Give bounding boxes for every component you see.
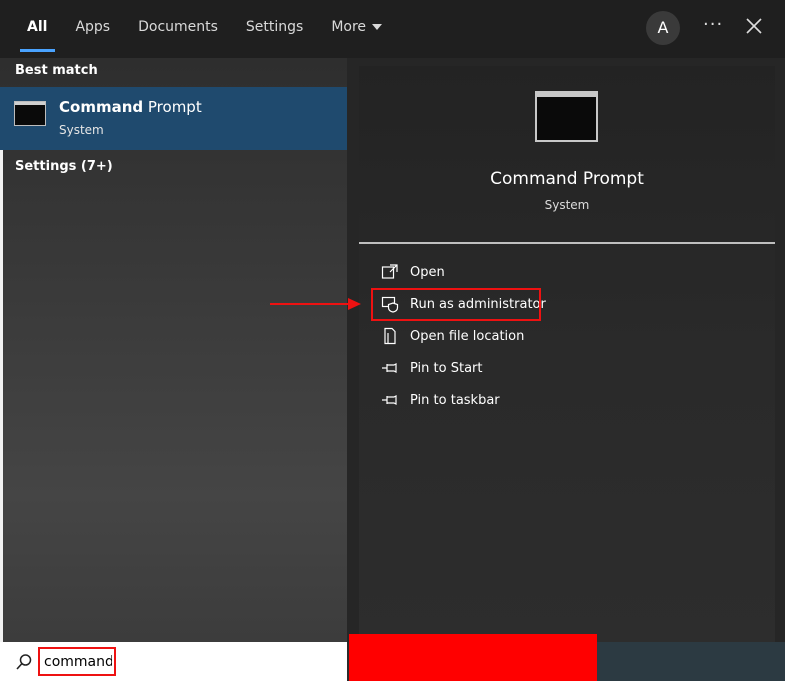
action-pin-to-start[interactable]: Pin to Start — [381, 357, 482, 379]
tab-apps[interactable]: Apps — [61, 0, 124, 58]
redacted-area — [349, 634, 597, 681]
search-icon — [16, 654, 32, 670]
highlight-box — [371, 288, 541, 321]
divider — [359, 242, 775, 244]
more-options-icon[interactable]: ··· — [703, 14, 723, 35]
taskbar-search-box[interactable] — [0, 642, 347, 681]
details-card: Command Prompt System Open Run as admini… — [359, 66, 775, 642]
tab-all[interactable]: All — [14, 0, 61, 58]
command-prompt-icon — [14, 101, 46, 126]
command-prompt-icon-large — [535, 91, 598, 142]
action-open[interactable]: Open — [381, 261, 445, 283]
action-pin-to-taskbar[interactable]: Pin to taskbar — [381, 389, 500, 411]
best-match-subtitle: System — [59, 123, 104, 137]
close-icon[interactable] — [745, 17, 763, 35]
open-icon — [381, 264, 398, 279]
search-header: All Apps Documents Settings More A ··· — [0, 0, 785, 58]
app-subtitle: System — [544, 198, 590, 212]
file-location-icon — [384, 327, 396, 345]
window-edge — [0, 150, 3, 642]
best-match-heading: Best match — [15, 63, 98, 78]
pointer-arrow-icon — [270, 298, 361, 310]
action-open-file-location[interactable]: Open file location — [381, 325, 524, 347]
pin-icon — [382, 395, 397, 405]
tab-more-label: More — [331, 19, 367, 35]
action-label: Pin to Start — [410, 360, 483, 376]
action-label: Open — [410, 264, 445, 280]
tab-more[interactable]: More — [317, 0, 396, 58]
app-title: Command Prompt — [490, 169, 644, 189]
details-pane: Command Prompt System Open Run as admini… — [347, 58, 785, 642]
best-match-item[interactable]: Command Prompt System — [0, 87, 347, 150]
tab-settings[interactable]: Settings — [232, 0, 317, 58]
search-input[interactable] — [38, 647, 116, 676]
action-label: Open file location — [410, 328, 525, 344]
best-match-title: Command Prompt — [59, 98, 202, 116]
account-avatar[interactable]: A — [646, 11, 680, 45]
action-label: Pin to taskbar — [410, 392, 500, 408]
pin-icon — [382, 363, 397, 373]
filter-tabs: All Apps Documents Settings More — [14, 0, 396, 58]
taskbar — [597, 642, 785, 681]
tab-documents[interactable]: Documents — [124, 0, 232, 58]
settings-group-heading[interactable]: Settings (7+) — [15, 159, 113, 174]
chevron-down-icon — [372, 24, 383, 30]
